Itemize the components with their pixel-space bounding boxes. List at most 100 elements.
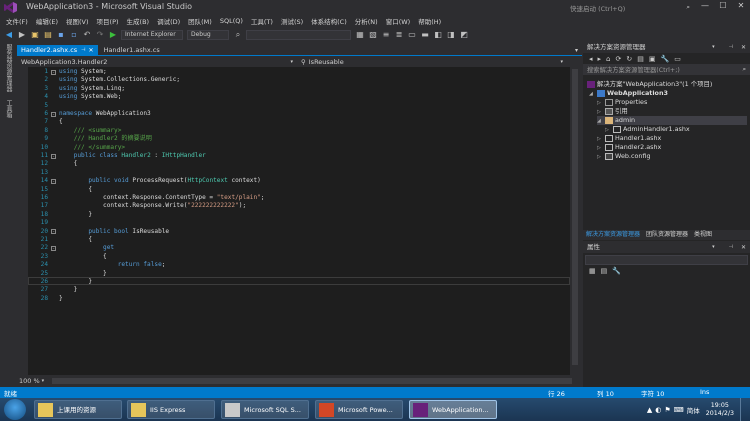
configuration-dropdown[interactable]: Debug <box>187 29 229 40</box>
code-line[interactable]: 14 public void ProcessRequest(HttpContex… <box>28 177 570 185</box>
properties-object-dropdown[interactable] <box>585 255 748 265</box>
taskbar-sql-server[interactable]: Microsoft SQL S... <box>221 400 309 419</box>
open-file-icon[interactable]: ▤ <box>43 30 53 40</box>
back-icon[interactable]: ◀ <box>4 30 14 40</box>
tab-handler1[interactable]: Handler1.ashx.cs <box>100 45 164 56</box>
tab-solution-explorer[interactable]: 解决方案资源管理器 <box>583 230 643 240</box>
sync-icon[interactable]: ⟳ <box>615 55 621 63</box>
code-text[interactable]: public bool IsReusable <box>59 228 169 236</box>
tab-class-view[interactable]: 类视图 <box>691 230 715 240</box>
tree-item-references[interactable]: ▷ 引用 <box>597 107 628 116</box>
taskbar-powerpoint[interactable]: Microsoft Powe... <box>315 400 403 419</box>
start-button[interactable] <box>4 399 26 420</box>
collapse-region-icon[interactable]: - <box>51 111 56 117</box>
member-dropdown[interactable]: ⚲ IsReusable ▾ <box>297 57 567 67</box>
tree-item-project[interactable]: ◢ WebApplication3 <box>589 89 668 98</box>
code-text[interactable]: { <box>59 236 92 244</box>
categorized-icon[interactable]: ▦ <box>589 267 596 275</box>
save-all-icon[interactable]: ▫ <box>69 30 79 40</box>
pin-icon[interactable]: ⊣ <box>81 45 85 56</box>
code-line[interactable]: 22 get <box>28 244 570 252</box>
code-line[interactable]: 12 { <box>28 160 570 168</box>
toolbar-icon-c[interactable]: ≡ <box>381 30 391 40</box>
forward-icon[interactable]: ▸ <box>598 55 602 63</box>
tab-overflow-icon[interactable]: ▾ <box>575 47 578 54</box>
tree-item-handler2[interactable]: ▷ Handler2.ashx <box>597 143 661 152</box>
close-panel-icon[interactable]: ✕ <box>741 42 746 53</box>
minimize-button[interactable]: — <box>696 1 714 13</box>
find-combo[interactable] <box>246 29 351 40</box>
code-line[interactable]: 21 { <box>28 236 570 244</box>
menu-file[interactable]: 文件(F) <box>6 16 28 26</box>
type-dropdown[interactable]: WebApplication3.Handler2 ▾ <box>17 57 297 67</box>
menu-edit[interactable]: 编辑(E) <box>36 16 58 26</box>
chevron-down-icon[interactable]: ▾ <box>42 378 45 384</box>
menu-team[interactable]: 团队(M) <box>188 16 212 26</box>
code-line[interactable]: 19 <box>28 219 570 227</box>
code-text[interactable]: /// </summary> <box>59 144 125 152</box>
chevron-down-icon[interactable]: ▾ <box>712 42 715 53</box>
code-line[interactable]: 27 } <box>28 286 570 294</box>
menu-window[interactable]: 窗口(W) <box>386 16 411 26</box>
collapse-region-icon[interactable]: - <box>51 178 56 184</box>
zoom-level[interactable]: 100 % <box>19 377 40 385</box>
code-line[interactable]: 10 /// </summary> <box>28 144 570 152</box>
menu-test[interactable]: 测试(S) <box>281 16 303 26</box>
code-line[interactable]: 11 public class Handler2 : IHttpHandler <box>28 152 570 160</box>
quick-launch-input[interactable]: 快速启动 (Ctrl+Q) ⌕ <box>570 2 690 13</box>
collapse-all-icon[interactable]: ▤ <box>637 55 644 63</box>
code-line[interactable]: 2 using System.Collections.Generic; <box>28 76 570 84</box>
code-line[interactable]: 18 } <box>28 211 570 219</box>
close-button[interactable]: ✕ <box>732 1 750 13</box>
bookmark-icon[interactable]: ◧ <box>433 30 443 40</box>
taskbar-iis-express[interactable]: IIS Express <box>127 400 215 419</box>
tree-item-adminhandler1[interactable]: ▷ AdminHandler1.ashx <box>605 125 690 134</box>
code-line[interactable]: 13 <box>28 169 570 177</box>
uncomment-icon[interactable]: ▬ <box>420 30 430 40</box>
code-line[interactable]: 6 namespace WebApplication3 <box>28 110 570 118</box>
volume-icon[interactable]: ◐ <box>655 406 661 414</box>
maximize-button[interactable]: ☐ <box>714 1 732 13</box>
wrench-icon[interactable]: 🔧 <box>612 267 621 275</box>
code-line[interactable]: 4 using System.Web; <box>28 93 570 101</box>
code-text[interactable]: using System.Web; <box>59 93 121 101</box>
code-text[interactable]: } <box>59 211 92 219</box>
back-icon[interactable]: ◂ <box>589 55 593 63</box>
code-text[interactable]: public class Handler2 : IHttpHandler <box>59 152 206 160</box>
code-line[interactable]: 1 using System; <box>28 68 570 76</box>
toolbar-icon-a[interactable]: ▦ <box>355 30 365 40</box>
tree-item-solution[interactable]: 解决方案"WebApplication3"(1 个项目) <box>587 80 712 89</box>
toolbox-tab[interactable]: 工具箱 <box>4 100 13 118</box>
ime-indicator[interactable]: 简体 <box>687 405 700 415</box>
menu-project[interactable]: 项目(P) <box>97 16 119 26</box>
tab-handler2[interactable]: Handler2.ashx.cs ⊣ ✕ <box>17 44 98 56</box>
code-text[interactable]: using System; <box>59 68 107 76</box>
code-text[interactable]: /// Handler2 的摘要说明 <box>59 135 152 143</box>
menu-build[interactable]: 生成(B) <box>127 16 150 26</box>
bookmark-next-icon[interactable]: ◩ <box>459 30 469 40</box>
menu-view[interactable]: 视图(V) <box>66 16 89 26</box>
home-icon[interactable]: ⌂ <box>606 55 610 63</box>
pin-icon[interactable]: ⊣ <box>729 42 733 53</box>
taskbar-folder-resources[interactable]: 上课用的资源 <box>34 400 122 419</box>
scrollbar-thumb[interactable] <box>572 69 578 365</box>
code-text[interactable]: public void ProcessRequest(HttpContext c… <box>59 177 260 185</box>
code-text[interactable]: { <box>59 253 107 261</box>
tree-item-admin-folder[interactable]: ◢ admin <box>597 116 747 125</box>
show-all-files-icon[interactable]: ▣ <box>649 55 656 63</box>
code-line[interactable]: 5 <box>28 102 570 110</box>
code-text[interactable]: { <box>59 118 63 126</box>
code-line[interactable]: 17 context.Response.Write("222222222222"… <box>28 202 570 210</box>
forward-icon[interactable]: ▶ <box>17 30 27 40</box>
code-line[interactable]: 28} <box>28 295 570 303</box>
code-text[interactable]: context.Response.Write("222222222222"); <box>59 202 246 210</box>
network-icon[interactable]: ▲ <box>647 406 652 414</box>
alphabetical-icon[interactable]: ▤ <box>601 267 608 275</box>
code-text[interactable]: { <box>59 186 92 194</box>
new-project-icon[interactable]: ▣ <box>30 30 40 40</box>
code-text[interactable]: /// <summary> <box>59 127 122 135</box>
bookmark-prev-icon[interactable]: ◨ <box>446 30 456 40</box>
code-line[interactable]: 9 /// Handler2 的摘要说明 <box>28 135 570 143</box>
save-icon[interactable]: ▪ <box>56 30 66 40</box>
code-line[interactable]: 24 return false; <box>28 261 570 269</box>
